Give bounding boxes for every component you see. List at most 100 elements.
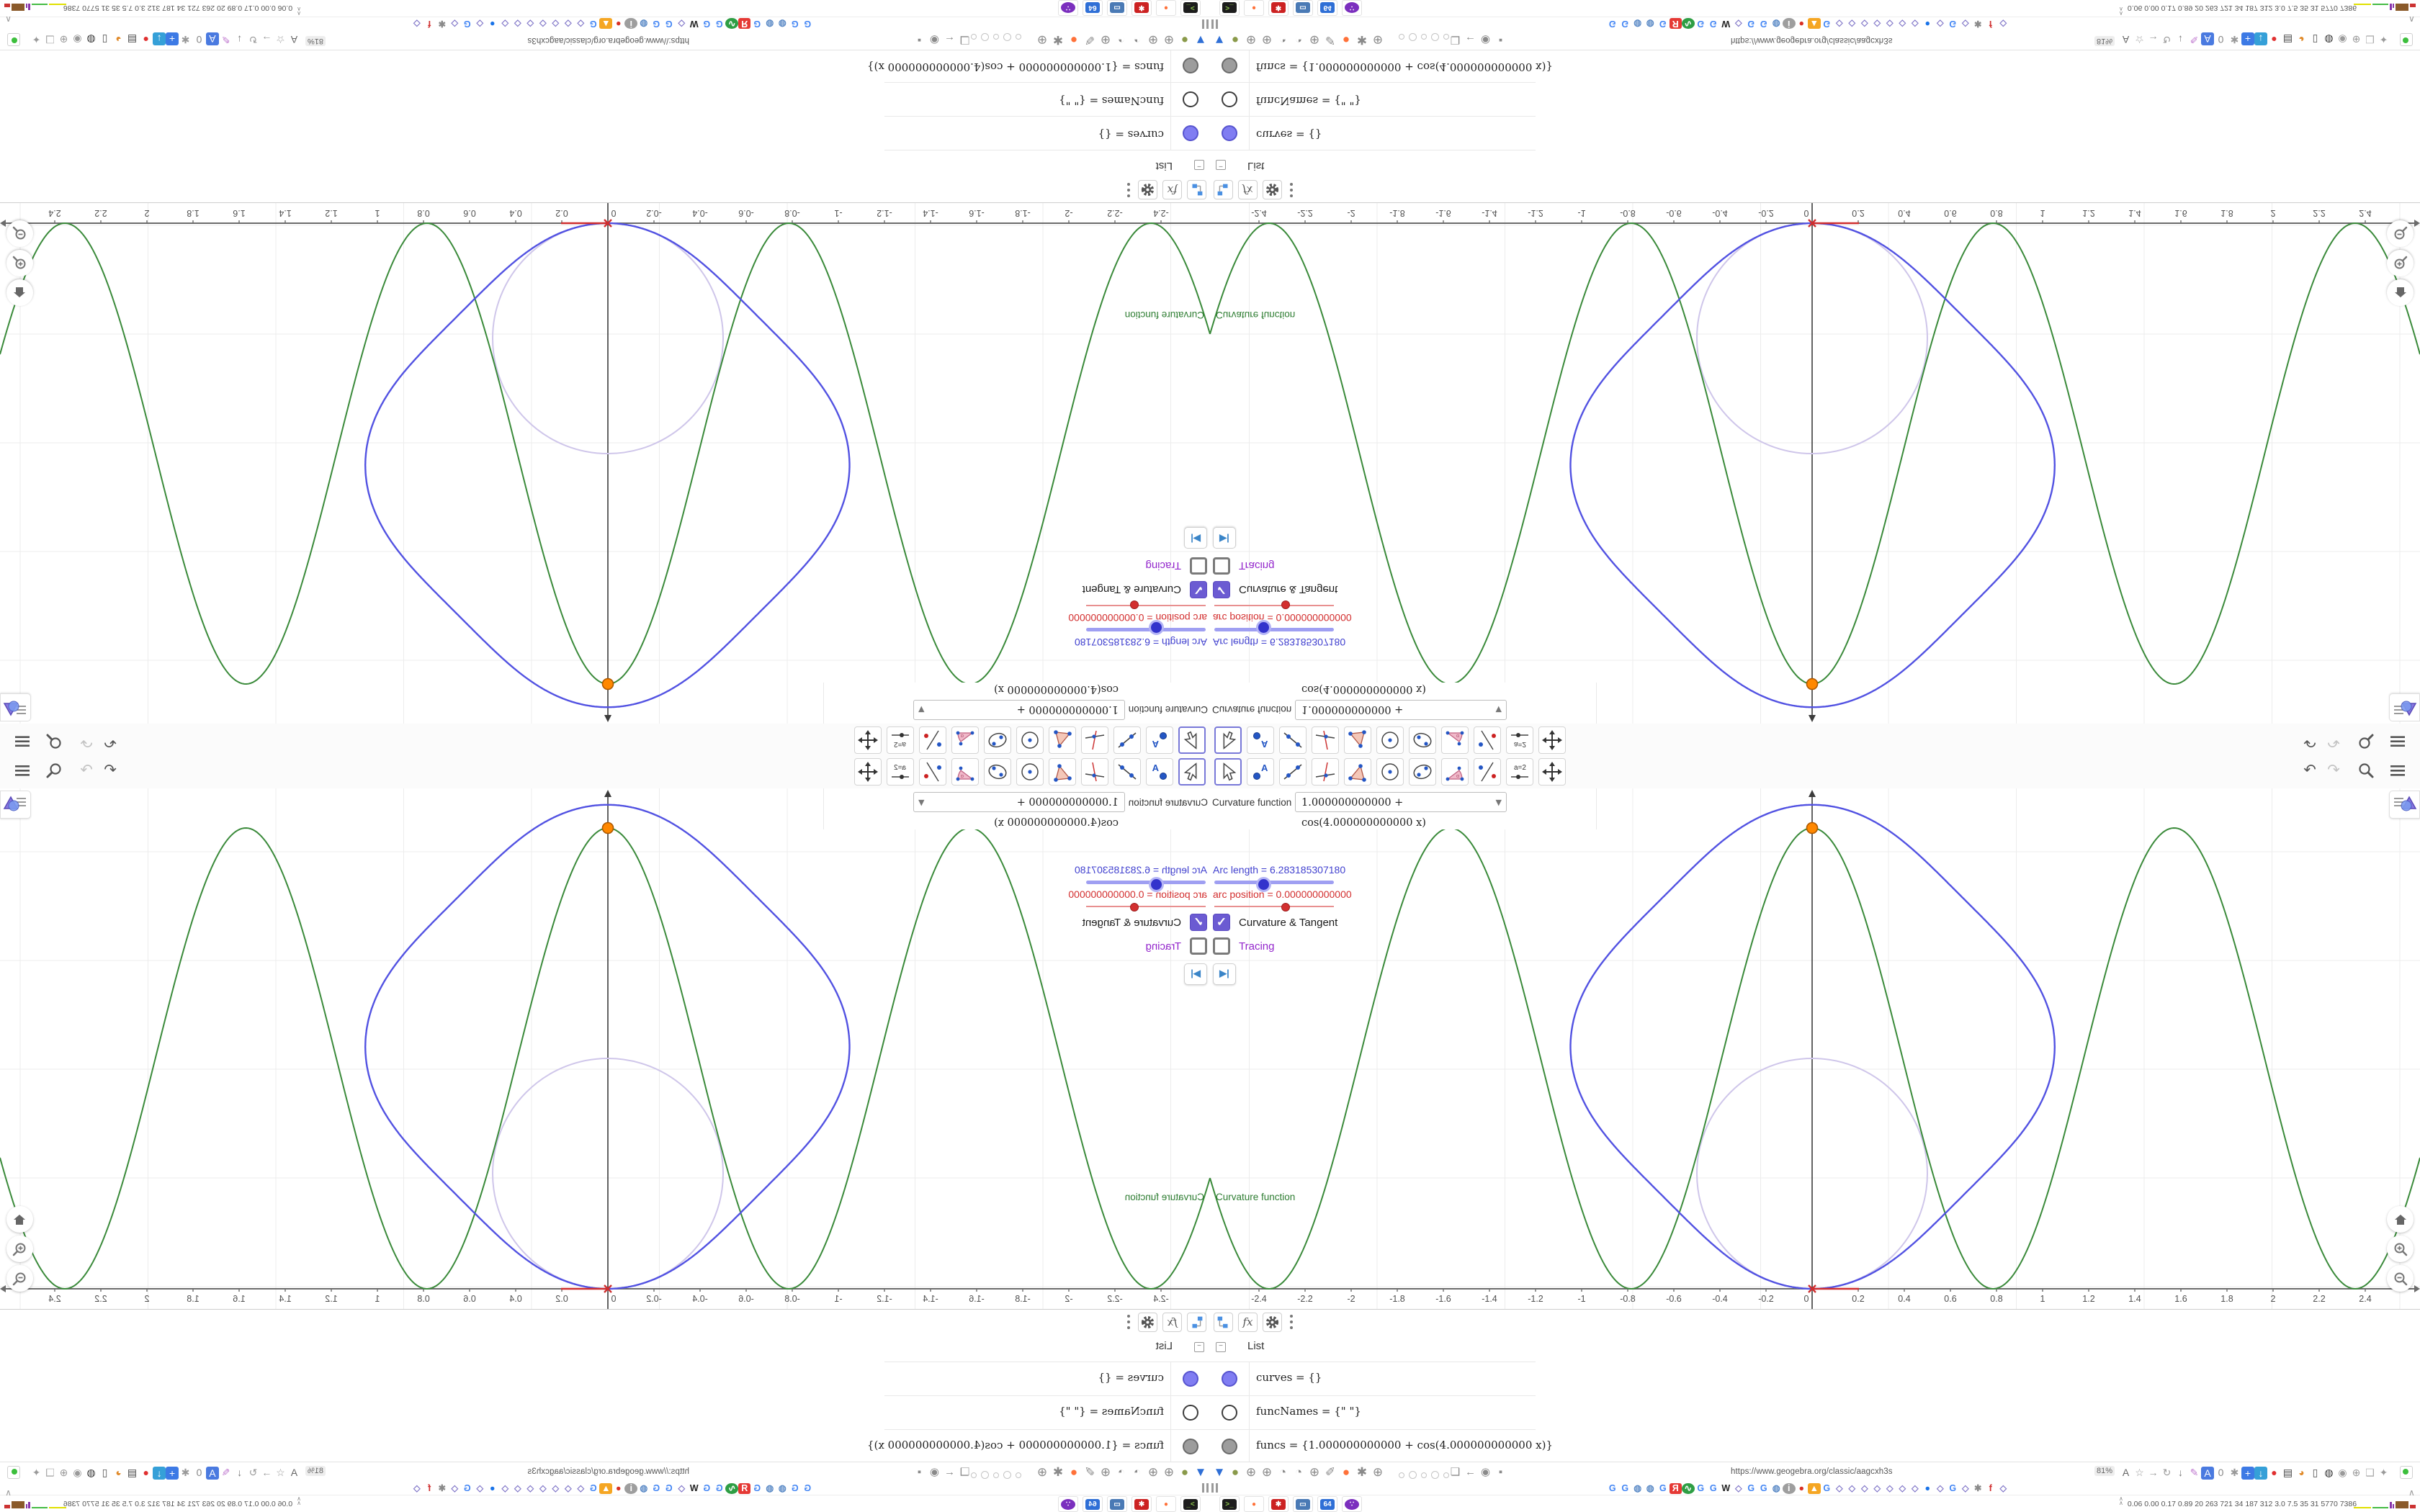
folder-icon[interactable]: ❏: [1448, 1464, 1463, 1481]
google-tab-icon[interactable]: G: [789, 1482, 802, 1495]
google-tab-icon[interactable]: G: [1707, 17, 1720, 30]
download-icon[interactable]: ↓: [2174, 31, 2187, 48]
sphere-tab-icon[interactable]: ◍: [1644, 1482, 1657, 1495]
curvature-tangent-checkbox[interactable]: ✓: [1190, 914, 1207, 931]
bookmark-star-icon[interactable]: ☆: [2133, 31, 2146, 48]
cat-app-icon[interactable]: ∵: [1058, 0, 1078, 16]
tree-view-icon[interactable]: [1214, 1313, 1233, 1332]
google-tab-icon[interactable]: G: [1821, 1482, 1834, 1495]
wrench-icon[interactable]: ✦: [30, 31, 43, 48]
globe-icon[interactable]: ⊕: [1370, 31, 1386, 48]
google-tab-icon[interactable]: G: [713, 17, 726, 30]
bookmark-star-icon[interactable]: ☆: [2133, 1464, 2146, 1481]
translate-blue-icon[interactable]: A: [2201, 32, 2214, 45]
polygon-tab-icon[interactable]: ◇: [1909, 17, 1922, 30]
pin-logo-icon[interactable]: ▼: [1211, 31, 1227, 48]
polygon-tab-icon[interactable]: ◇: [1846, 1482, 1859, 1495]
visibility-marble[interactable]: [1183, 58, 1198, 73]
video-download-icon[interactable]: ↓: [2254, 1467, 2267, 1480]
move-tool[interactable]: [1214, 726, 1242, 754]
translate-icon[interactable]: A: [2119, 31, 2133, 48]
wrench-icon[interactable]: ✐: [1082, 31, 1098, 48]
visibility-marble[interactable]: [1183, 1371, 1198, 1387]
globe-icon[interactable]: ⊕: [57, 31, 71, 48]
download-icon[interactable]: ↓: [2174, 1464, 2187, 1481]
sphere-tab-icon[interactable]: ◍: [776, 1482, 789, 1495]
polygon-tab-icon[interactable]: ◇: [1909, 1482, 1922, 1495]
translate-blue-icon[interactable]: A: [2201, 1467, 2214, 1480]
folder-icon[interactable]: ❏: [957, 31, 972, 48]
polygon-tab-icon[interactable]: ◇: [1833, 17, 1846, 30]
back-icon[interactable]: ←: [1463, 1464, 1478, 1481]
google-tab-icon[interactable]: G: [802, 17, 815, 30]
zero-badge-icon[interactable]: 0: [192, 31, 206, 48]
arc-length-slider[interactable]: [1214, 877, 1334, 892]
bookmark-star-icon[interactable]: ☆: [274, 1464, 287, 1481]
play-button[interactable]: ▶|: [1184, 963, 1207, 985]
polygon-tab-icon[interactable]: ◇: [575, 17, 588, 30]
google-tab-icon[interactable]: G: [713, 1482, 726, 1495]
play-button[interactable]: ▶|: [1184, 527, 1207, 549]
slider-handle[interactable]: [1130, 903, 1139, 912]
line-tool[interactable]: [1113, 758, 1141, 786]
reflect-tool[interactable]: [919, 726, 946, 754]
puzzle-icon[interactable]: ❑: [2363, 1464, 2377, 1481]
zoom-out-button[interactable]: [2387, 220, 2414, 247]
fx-icon[interactable]: fx: [1162, 180, 1182, 199]
zoom-in-button[interactable]: [2387, 1236, 2414, 1262]
image-tab-icon[interactable]: ▲: [599, 1483, 612, 1494]
slider-tool[interactable]: a=2: [1506, 758, 1533, 786]
terminal-app-icon[interactable]: >_: [1180, 1496, 1201, 1512]
back-icon[interactable]: ←: [942, 1464, 957, 1481]
slider-handle[interactable]: [1281, 600, 1290, 609]
chevron-up-icon[interactable]: ∧: [2408, 1488, 2415, 1498]
polygon-tab-icon[interactable]: ◇: [411, 1482, 424, 1495]
polygon-tab-icon[interactable]: ◇: [1858, 1482, 1871, 1495]
download-icon[interactable]: ↓: [233, 31, 246, 48]
firefox-app-icon[interactable]: ●: [1156, 0, 1176, 16]
tracing-checkbox[interactable]: [1190, 937, 1207, 955]
shield-icon[interactable]: ◉: [927, 31, 942, 48]
polygon-tab-icon[interactable]: ◇: [676, 17, 689, 30]
shield-icon[interactable]: ◉: [2336, 1464, 2349, 1481]
record-icon[interactable]: ●: [2267, 31, 2281, 48]
settings-app-icon[interactable]: ✱: [1268, 1496, 1289, 1512]
sphere-tab-icon[interactable]: ◍: [1631, 1482, 1644, 1495]
chevron-down-icon[interactable]: ▼: [918, 699, 924, 719]
visibility-marble[interactable]: [1222, 91, 1237, 107]
globe-icon[interactable]: ⊕: [1145, 1464, 1161, 1481]
wrench-icon[interactable]: ✐: [1082, 1464, 1098, 1481]
google-tab-icon[interactable]: G: [1657, 1482, 1670, 1495]
cat-app-icon[interactable]: ∵: [1342, 0, 1362, 16]
geogebra-tab-icon[interactable]: ∿: [725, 1483, 738, 1494]
google-tab-icon[interactable]: G: [461, 17, 474, 30]
firefox-icon[interactable]: ●: [1338, 1464, 1354, 1481]
chevron-down-icon[interactable]: ▼: [1496, 793, 1502, 813]
globe-icon[interactable]: ⊕: [2349, 31, 2363, 48]
polygon-tab-icon[interactable]: ◇: [511, 1482, 524, 1495]
google-tab-icon[interactable]: G: [663, 17, 676, 30]
home-button[interactable]: [6, 279, 33, 306]
ud-badge-icon[interactable]: ◍: [2322, 1464, 2336, 1481]
polygon-tab-icon[interactable]: ◇: [1896, 1482, 1909, 1495]
angle-tool[interactable]: α: [1441, 726, 1469, 754]
zoom-level-badge[interactable]: 81%: [2094, 36, 2115, 46]
polygon-tab-icon[interactable]: ◇: [499, 1482, 512, 1495]
polygon-tool[interactable]: [1049, 726, 1076, 754]
kebab-menu-icon[interactable]: [1289, 179, 1294, 198]
settings-app-icon[interactable]: ✱: [1131, 1496, 1152, 1512]
curvature-tangent-checkbox[interactable]: ✓: [1213, 581, 1230, 598]
sphere-tab-icon[interactable]: ◍: [637, 1482, 650, 1495]
ud-badge-icon[interactable]: ◍: [84, 31, 98, 48]
curvature-function-input[interactable]: 1.000000000000 + cos(4.000000000000 x) ▼: [1295, 792, 1507, 829]
floppy64-app-icon[interactable]: 64: [1083, 0, 1103, 16]
shield-icon[interactable]: ◉: [71, 1464, 84, 1481]
reload-icon[interactable]: ↻: [246, 31, 260, 48]
blue-dot-tab-icon[interactable]: ●: [486, 1482, 499, 1495]
slider-tool[interactable]: a=2: [887, 758, 914, 786]
polygon-tab-icon[interactable]: ◇: [1959, 17, 1972, 30]
firefox-app-icon[interactable]: ●: [1244, 0, 1264, 16]
olive-extension-icon[interactable]: ●: [1177, 31, 1193, 48]
google-tab-icon[interactable]: G: [1606, 17, 1619, 30]
gear-icon[interactable]: ✱: [179, 1464, 192, 1481]
